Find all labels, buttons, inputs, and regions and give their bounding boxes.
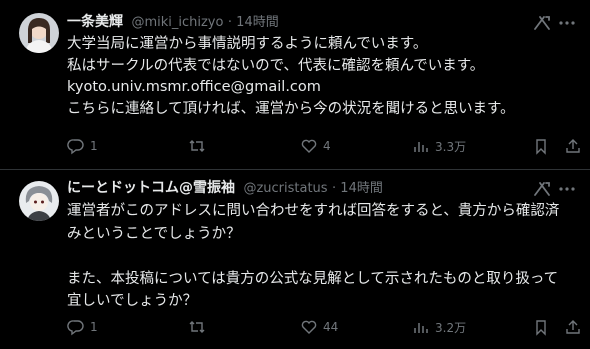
views-icon [414, 323, 428, 333]
bookmark-button[interactable] [532, 136, 550, 156]
tweet-line: みということでしょうか？ [67, 225, 241, 242]
like-icon [301, 139, 317, 153]
grok-icon[interactable] [532, 179, 552, 199]
tweet-line: 運営者がこのアドレスに問い合わせをすれば回答をすると、貴方から確認済 [67, 203, 560, 219]
like-button[interactable]: 44 [300, 317, 338, 337]
more-icon[interactable] [558, 14, 576, 32]
display-name[interactable]: 一条美輝 [67, 14, 123, 30]
views-icon [414, 142, 428, 152]
share-icon [566, 320, 580, 334]
reply-count: 1 [90, 139, 98, 153]
action-bar: 1 44 3.2万 [67, 317, 580, 337]
tweet-line: kyoto.univ.msmr.office@gmail.com [67, 79, 321, 95]
like-count: 4 [323, 139, 331, 153]
bookmark-icon [536, 139, 546, 155]
reply-icon [67, 139, 84, 155]
more-icon[interactable] [558, 180, 576, 198]
retweet-icon [189, 140, 205, 152]
bookmark-icon [536, 320, 546, 336]
tweet-line: こちらに連絡して頂ければ、運営から今の状況を聞けると思います。 [67, 100, 515, 117]
grok-icon[interactable] [532, 13, 552, 33]
tweet-header: 一条美輝 @miki_ichizyo · 14時間 [67, 12, 279, 32]
tweet-text: 大学当局に運営から事情説明するように頼んでいます。 私はサークルの代表ではないの… [67, 34, 577, 120]
retweet-button[interactable] [188, 317, 211, 337]
like-button[interactable]: 4 [300, 136, 331, 156]
views-button[interactable]: 3.2万 [412, 317, 466, 337]
bookmark-button[interactable] [532, 317, 550, 337]
tweet-line [67, 245, 577, 268]
timestamp[interactable]: · 14時間 [332, 181, 383, 196]
tweet-line: 大学当局に運営から事情説明するように頼んでいます。 [67, 36, 428, 52]
avatar[interactable] [19, 13, 59, 53]
tweet[interactable]: にーとドットコム@雪振袖 @zucristatus · 14時間 運営者がこのア… [0, 170, 590, 349]
like-count: 44 [323, 320, 339, 334]
user-handle[interactable]: @miki_ichizyo [131, 15, 223, 30]
timestamp[interactable]: · 14時間 [228, 15, 279, 30]
tweet[interactable]: 一条美輝 @miki_ichizyo · 14時間 大学当局に運営から事情説明す… [0, 0, 590, 170]
action-bar: 1 4 3.3万 [67, 136, 580, 156]
share-button[interactable] [564, 317, 582, 337]
tweet-header: にーとドットコム@雪振袖 @zucristatus · 14時間 [67, 178, 383, 198]
reply-button[interactable]: 1 [67, 136, 98, 156]
reply-button[interactable]: 1 [67, 317, 98, 337]
user-handle[interactable]: @zucristatus [243, 181, 327, 196]
retweet-button[interactable] [188, 136, 211, 156]
tweet-line: 私はサークルの代表ではないので、代表に確認を頼んでいます。 [67, 57, 485, 74]
views-button[interactable]: 3.3万 [412, 136, 466, 156]
retweet-icon [189, 321, 205, 333]
reply-count: 1 [90, 320, 98, 334]
view-count: 3.2万 [435, 320, 467, 335]
share-button[interactable] [564, 136, 582, 156]
tweet-line: また、本投稿については貴方の公式な見解として示されたものと取り扱って [67, 270, 559, 287]
avatar[interactable] [19, 181, 59, 221]
reply-icon [67, 320, 84, 336]
tweet-text: 運営者がこのアドレスに問い合わせをすれば回答をすると、貴方から確認済 みというこ… [67, 200, 577, 313]
tweet-line: 宜しいでしょうか？ [67, 293, 198, 309]
view-count: 3.3万 [435, 139, 467, 154]
like-icon [301, 320, 317, 334]
display-name[interactable]: にーとドットコム@雪振袖 [67, 180, 235, 196]
share-icon [566, 139, 580, 153]
